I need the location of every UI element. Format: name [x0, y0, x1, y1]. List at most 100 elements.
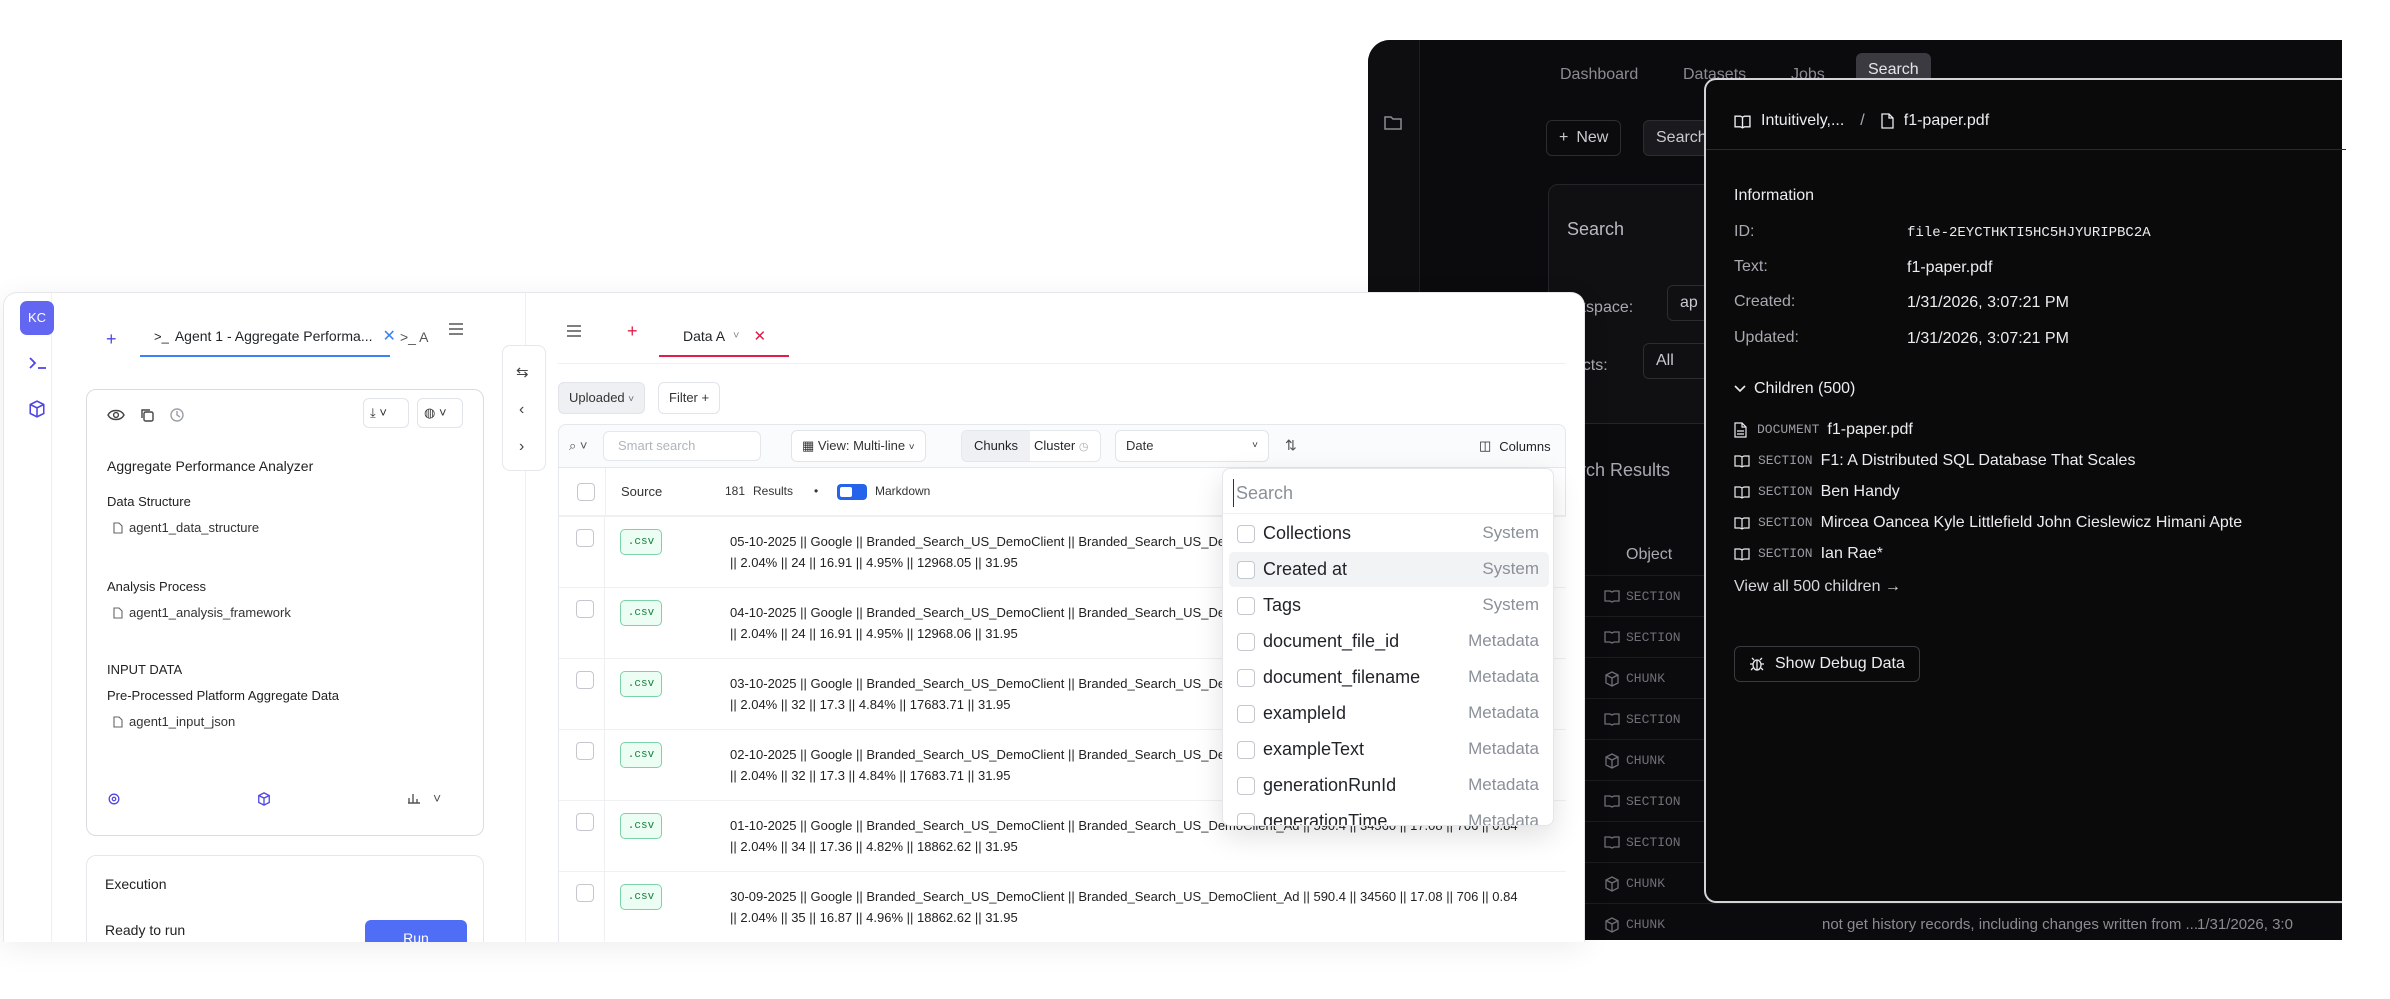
- child-item[interactable]: SECTION Mircea Oancea Kyle Littlefield J…: [1734, 507, 2334, 538]
- cluster-toggle[interactable]: Cluster ◷: [1034, 431, 1088, 461]
- close-icon[interactable]: ✕: [383, 326, 396, 346]
- globe-icon: ◍ ˅: [424, 405, 447, 420]
- column-option[interactable]: Collections System: [1223, 516, 1553, 551]
- option-checkbox[interactable]: [1237, 777, 1255, 795]
- chevron-down-icon[interactable]: ˅: [433, 790, 441, 806]
- cube-icon[interactable]: [28, 400, 46, 418]
- option-checkbox[interactable]: [1237, 741, 1255, 759]
- row-line-2: || 2.04% || 35 || 16.87 || 4.96% || 1886…: [730, 910, 1018, 925]
- child-item[interactable]: SECTION Ben Handy: [1734, 476, 2334, 507]
- chevron-down-icon: ˅: [733, 330, 740, 342]
- column-option[interactable]: exampleId Metadata: [1223, 696, 1553, 731]
- bar-chart-icon[interactable]: [407, 792, 421, 804]
- child-item[interactable]: DOCUMENT f1-paper.pdf: [1734, 414, 2334, 445]
- settings-icon[interactable]: [107, 792, 121, 806]
- columns-search-input[interactable]: Search: [1233, 479, 1543, 507]
- column-option[interactable]: exampleText Metadata: [1223, 732, 1553, 767]
- run-button[interactable]: Run: [365, 920, 467, 942]
- chevron-down-icon: ˅: [908, 442, 915, 453]
- nav-dashboard[interactable]: Dashboard: [1560, 60, 1638, 90]
- analysis-process-heading: Analysis Process: [107, 579, 206, 594]
- view-all-children-link[interactable]: View all 500 children →: [1734, 578, 1901, 596]
- column-option[interactable]: document_filename Metadata: [1223, 660, 1553, 695]
- avatar[interactable]: KC: [20, 301, 54, 335]
- terminal-icon[interactable]: [28, 355, 48, 371]
- chunks-cluster-toggle: Chunks Cluster ◷: [961, 430, 1101, 462]
- breadcrumb-file[interactable]: f1-paper.pdf: [1904, 112, 1989, 130]
- copy-icon[interactable]: [139, 407, 155, 423]
- search-icon[interactable]: ⌕ ˅: [569, 438, 587, 454]
- menu-icon[interactable]: [448, 323, 464, 335]
- id-label: ID:: [1734, 223, 1755, 240]
- table-row[interactable]: .csv 30-09-2025 || Google || Branded_Sear…: [558, 871, 1566, 942]
- column-option[interactable]: generationRunId Metadata: [1223, 768, 1553, 803]
- swap-icon[interactable]: ⇆: [516, 363, 529, 381]
- separator-dot: •: [814, 484, 819, 498]
- row-checkbox[interactable]: [576, 742, 594, 760]
- option-checkbox[interactable]: [1237, 597, 1255, 615]
- source-badge: .csv: [620, 600, 662, 626]
- file-chip[interactable]: agent1_data_structure: [113, 520, 259, 535]
- column-option[interactable]: document_file_id Metadata: [1223, 624, 1553, 659]
- history-icon[interactable]: [169, 407, 185, 423]
- close-icon[interactable]: ✕: [753, 327, 766, 345]
- globe-dropdown[interactable]: ◍ ˅: [417, 398, 463, 428]
- row-checkbox[interactable]: [576, 600, 594, 618]
- updated-label: Updated:: [1734, 329, 1799, 346]
- column-option[interactable]: Tags System: [1223, 588, 1553, 623]
- column-option[interactable]: Created at System: [1229, 552, 1549, 587]
- view-mode-select[interactable]: ▦ View: Multi-line ˅: [791, 430, 926, 462]
- chevron-right-icon[interactable]: ›: [519, 438, 524, 456]
- menu-icon[interactable]: [566, 325, 582, 337]
- uploaded-filter[interactable]: Uploaded ˅: [558, 382, 646, 414]
- option-checkbox[interactable]: [1237, 705, 1255, 723]
- new-button[interactable]: + New: [1546, 120, 1622, 156]
- date-sort-select[interactable]: Date ˅: [1115, 430, 1269, 462]
- row-checkbox[interactable]: [576, 529, 594, 547]
- add-tab-icon[interactable]: +: [627, 321, 638, 342]
- child-item[interactable]: SECTION Ian Rae*: [1734, 538, 2334, 569]
- filter-button[interactable]: Filter +: [658, 382, 721, 414]
- child-item[interactable]: SECTION F1: A Distributed SQL Database T…: [1734, 445, 2334, 476]
- select-all-checkbox[interactable]: [577, 483, 595, 501]
- chevron-down-icon: ˅: [1252, 440, 1258, 451]
- source-badge: .csv: [620, 742, 662, 768]
- row-checkbox[interactable]: [576, 813, 594, 831]
- clock-icon: ◷: [1078, 441, 1089, 453]
- download-dropdown[interactable]: ⤓ ˅: [363, 398, 409, 428]
- option-checkbox[interactable]: [1237, 525, 1255, 543]
- plus-icon: +: [1559, 129, 1569, 146]
- file-chip-label: agent1_analysis_framework: [129, 605, 291, 620]
- row-checkbox[interactable]: [576, 671, 594, 689]
- tab-agent-2[interactable]: >_ A: [400, 329, 428, 345]
- chevron-left-icon[interactable]: ‹: [519, 401, 524, 419]
- cube-icon[interactable]: [257, 792, 271, 806]
- eye-icon[interactable]: [107, 408, 125, 422]
- markdown-toggle[interactable]: [837, 484, 867, 500]
- option-checkbox[interactable]: [1237, 813, 1255, 825]
- folder-icon[interactable]: [1383, 114, 1403, 132]
- sort-order-icon[interactable]: ⇅: [1285, 437, 1297, 454]
- tab-data-a[interactable]: Data A ˅ ✕: [659, 317, 789, 357]
- breadcrumb-collection[interactable]: Intuitively,...: [1761, 112, 1844, 130]
- file-chip[interactable]: agent1_analysis_framework: [113, 605, 291, 620]
- smart-search-input[interactable]: Smart search: [603, 431, 761, 461]
- book-icon: [1734, 516, 1750, 530]
- file-chip[interactable]: agent1_input_json: [113, 714, 235, 729]
- option-checkbox[interactable]: [1237, 561, 1255, 579]
- search-form-title: Search: [1567, 219, 1625, 239]
- columns-button[interactable]: ◫ Columns: [1479, 438, 1551, 454]
- chunks-toggle[interactable]: Chunks: [962, 431, 1030, 461]
- add-tab-icon[interactable]: +: [106, 329, 117, 350]
- children-toggle[interactable]: Children (500): [1734, 380, 1855, 398]
- option-checkbox[interactable]: [1237, 633, 1255, 651]
- option-checkbox[interactable]: [1237, 669, 1255, 687]
- tab-agent-1[interactable]: >_ Agent 1 - Aggregate Performa... ✕: [140, 317, 396, 357]
- row-checkbox[interactable]: [576, 884, 594, 902]
- show-debug-data-button[interactable]: Show Debug Data: [1734, 646, 1920, 682]
- result-row[interactable]: CHUNK not get history records, including …: [1532, 903, 2342, 940]
- row-content: 30-09-2025 || Google || Branded_Search_U…: [730, 886, 1560, 928]
- result-date: 1/31/2026, 3:0: [2197, 916, 2293, 933]
- column-option[interactable]: generationTime Metadata: [1223, 804, 1553, 825]
- book-icon: [1604, 835, 1620, 849]
